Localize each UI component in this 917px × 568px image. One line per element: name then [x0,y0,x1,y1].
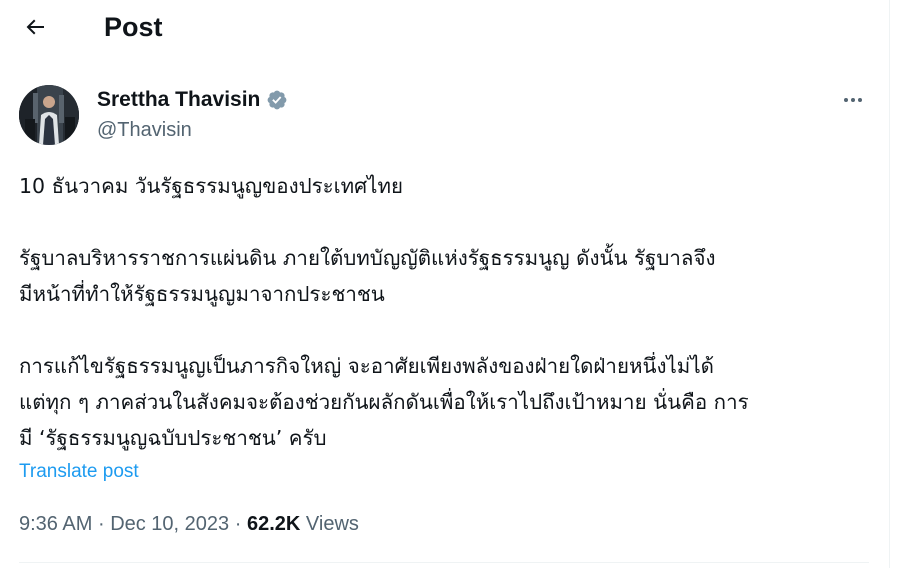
post-line: รัฐบาลบริหารราชการแผ่นดิน ภายใต้บทบัญญัต… [19,246,716,270]
post-time[interactable]: 9:36 AM [19,513,92,535]
post-meta: 9:36 AM · Dec 10, 2023 · 62.2K Views [19,511,359,537]
post-line: มี ‘รัฐธรรมนูญฉบับประชาชน’ ครับ [19,426,327,450]
post-line: แต่ทุก ๆ ภาคส่วนในสังคมจะต้องช่วยกันผลัก… [19,390,749,414]
display-name-row: Srettha Thavisin [97,87,288,113]
meta-separator: · [234,513,242,535]
avatar-image [19,85,79,145]
post-text: 10 ธันวาคม วันรัฐธรรมนูญของประเทศไทย รัฐ… [19,168,879,456]
author-row: Srettha Thavisin @Thavisin [19,85,871,145]
more-horizontal-icon [844,98,862,102]
avatar[interactable] [19,85,79,145]
post-date[interactable]: Dec 10, 2023 [110,513,229,535]
page-title: Post [104,12,163,42]
post-line: การแก้ไขรัฐธรรมนูญเป็นภารกิจใหญ่ จะอาศัย… [19,354,714,378]
views-count[interactable]: 62.2K [247,513,300,535]
column-divider [889,0,890,568]
post-page: Post Srettha Thavisin @Thavisin 10 ธันวา… [0,0,917,568]
post-line: 10 ธันวาคม วันรัฐธรรมนูญของประเทศไทย [19,174,404,198]
arrow-left-icon [26,19,44,35]
verified-badge-icon [267,90,287,110]
back-button[interactable] [16,8,54,46]
views-label: Views [305,513,359,535]
more-options-button[interactable] [835,87,871,113]
section-divider [19,562,869,563]
display-name[interactable]: Srettha Thavisin [97,87,260,113]
meta-separator: · [97,513,105,535]
post-line: มีหน้าที่ทำให้รัฐธรรมนูญมาจากประชาชน [19,282,385,306]
translate-post-link[interactable]: Translate post [19,460,139,484]
post-header: Post [0,0,889,56]
user-handle[interactable]: @Thavisin [97,117,192,143]
